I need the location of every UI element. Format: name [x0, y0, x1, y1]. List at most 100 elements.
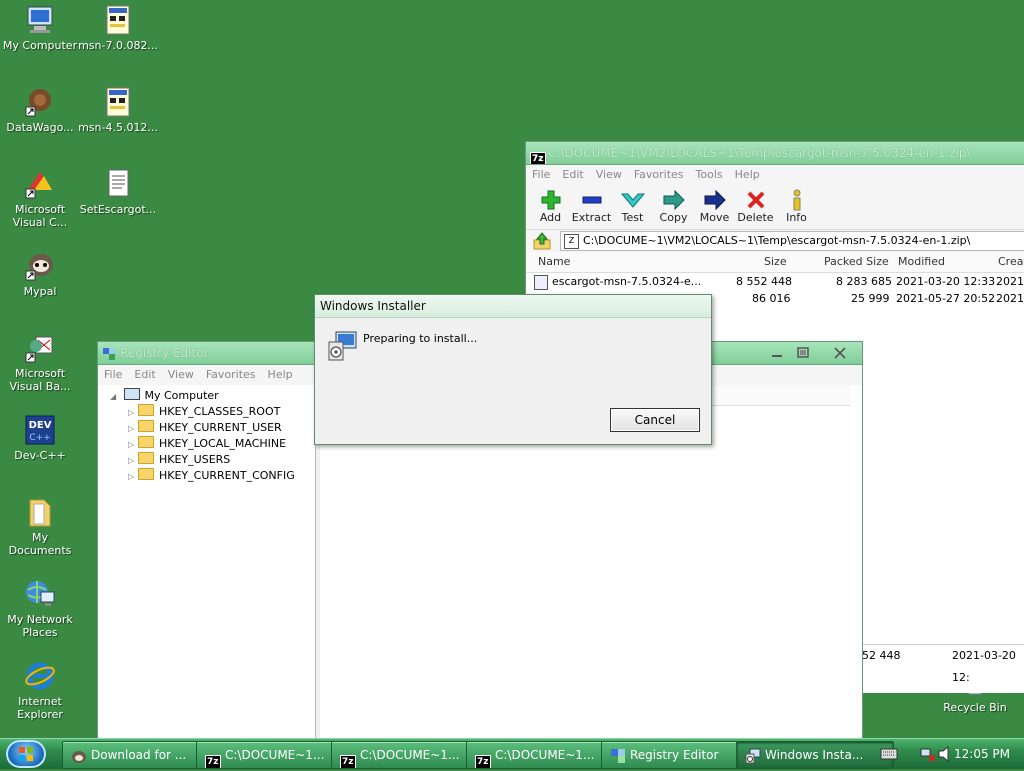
- desktop-icon-visual-c[interactable]: Microsoft Visual C...: [0, 168, 80, 229]
- internet-explorer-icon: [24, 660, 56, 692]
- desktop-icon-my-documents[interactable]: My Documents: [0, 496, 80, 557]
- col-created[interactable]: Creat: [998, 252, 1024, 272]
- tree-node-hklm[interactable]: ▷ HKEY_LOCAL_MACHINE: [128, 436, 286, 452]
- installer-icon: [327, 330, 359, 362]
- menu-help[interactable]: Help: [262, 368, 299, 381]
- sevenzip-toolbar: Add Extract Test Copy Move Delete Info: [526, 185, 1024, 229]
- desktop-icon-internet-explorer[interactable]: Internet Explorer: [0, 660, 80, 721]
- close-button[interactable]: [826, 345, 854, 361]
- tree-node-hkcc[interactable]: ▷ HKEY_CURRENT_CONFIG: [128, 468, 295, 484]
- keyboard-icon[interactable]: [880, 747, 898, 764]
- maximize-icon: [797, 347, 809, 358]
- expand-arrow-icon[interactable]: ▷: [128, 437, 138, 453]
- svg-text:C++: C++: [29, 433, 50, 443]
- tree-node-hku[interactable]: ▷ HKEY_USERS: [128, 452, 230, 468]
- network-status-icon[interactable]: [920, 746, 936, 765]
- 7zip-icon: 7z: [205, 755, 221, 768]
- 7zip-icon: 7z: [530, 152, 546, 164]
- menu-favorites[interactable]: Favorites: [628, 168, 690, 181]
- clock[interactable]: 12:05 PM: [954, 739, 1010, 769]
- desktop-icon-msn7[interactable]: msn-7.0.082...: [78, 4, 158, 52]
- delete-button[interactable]: Delete: [735, 185, 776, 229]
- windows-installer-dialog[interactable]: Windows Installer Preparing to install..…: [314, 294, 712, 445]
- sevenzip-menubar: File Edit View Favorites Tools Help: [526, 165, 1024, 185]
- collapse-arrow-icon[interactable]: ◢: [110, 389, 120, 405]
- desktop-icon-msn45[interactable]: msn-4.5.012...: [78, 86, 158, 134]
- sevenzip-title: C:\DOCUME~1\VM2\LOCALS~1\Temp\escargot-m…: [548, 146, 971, 160]
- col-packed-size[interactable]: Packed Size: [824, 252, 889, 272]
- windows-logo-icon: [19, 747, 33, 761]
- copy-button[interactable]: Copy: [653, 185, 694, 229]
- col-name[interactable]: Name: [538, 252, 570, 272]
- cancel-button[interactable]: Cancel: [610, 408, 700, 432]
- menu-edit[interactable]: Edit: [556, 168, 589, 181]
- file-row[interactable]: escargot-msn-7.5.0324-e... 8 552 448 8 2…: [526, 273, 1024, 290]
- computer-icon: [24, 4, 56, 36]
- close-icon: [834, 347, 846, 359]
- up-folder-icon[interactable]: [532, 232, 552, 253]
- menu-file[interactable]: File: [98, 368, 128, 381]
- 7zip-icon: 7z: [340, 755, 356, 768]
- menu-view[interactable]: View: [590, 168, 628, 181]
- menu-tools[interactable]: Tools: [690, 168, 729, 181]
- test-button[interactable]: Test: [612, 185, 653, 229]
- folder-icon: [138, 420, 154, 432]
- computer-icon: [123, 388, 140, 400]
- zip-icon: Z: [564, 234, 579, 249]
- 7zip-icon: 7z: [475, 755, 491, 768]
- folder-icon: [138, 452, 154, 464]
- menu-favorites[interactable]: Favorites: [200, 368, 262, 381]
- menu-help[interactable]: Help: [729, 168, 766, 181]
- desktop-icon-setescargot[interactable]: SetEscargot...: [78, 168, 158, 216]
- copy-arrow-icon: [663, 190, 685, 210]
- desktop-icon-dev-cpp[interactable]: DEV C++ Dev-C++: [0, 414, 80, 462]
- info-button[interactable]: Info: [776, 185, 817, 229]
- desktop-icon-visual-basic[interactable]: Microsoft Visual Ba...: [0, 332, 80, 393]
- desktop-icon-datawago[interactable]: DataWago...: [0, 86, 80, 134]
- expand-arrow-icon[interactable]: ▷: [128, 421, 138, 437]
- menu-file[interactable]: File: [526, 168, 556, 181]
- expand-arrow-icon[interactable]: ▷: [128, 469, 138, 485]
- desktop-icon-mypal[interactable]: Mypal: [0, 250, 80, 298]
- expand-arrow-icon[interactable]: ▷: [128, 405, 138, 421]
- move-arrow-icon: [704, 190, 726, 210]
- installer-icon: [745, 747, 761, 764]
- start-button[interactable]: [6, 740, 46, 768]
- installer-package-icon: [102, 86, 134, 118]
- registry-icon: [102, 346, 116, 360]
- minimize-button[interactable]: [766, 345, 788, 361]
- expand-arrow-icon[interactable]: ▷: [128, 453, 138, 469]
- extract-button[interactable]: Extract: [571, 185, 612, 229]
- mypal-icon: [24, 250, 56, 282]
- address-bar: Z C:\DOCUME~1\VM2\LOCALS~1\Temp\escargot…: [526, 229, 1024, 252]
- move-button[interactable]: Move: [694, 185, 735, 229]
- dev-cpp-icon: DEV C++: [24, 414, 56, 446]
- visual-basic-icon: [24, 332, 56, 364]
- maximize-button[interactable]: [792, 345, 814, 361]
- volume-icon[interactable]: [938, 745, 952, 765]
- add-button[interactable]: Add: [530, 185, 571, 229]
- tree-node-my-computer[interactable]: ◢ My Computer: [110, 388, 219, 404]
- folder-icon: [138, 436, 154, 448]
- sevenzip-titlebar[interactable]: 7z C:\DOCUME~1\VM2\LOCALS~1\Temp\escargo…: [526, 142, 1024, 165]
- menu-edit[interactable]: Edit: [128, 368, 161, 381]
- address-field[interactable]: Z C:\DOCUME~1\VM2\LOCALS~1\Temp\escargot…: [560, 231, 1024, 251]
- desktop-icon-my-computer[interactable]: My Computer: [0, 4, 80, 52]
- col-modified[interactable]: Modified: [898, 252, 945, 272]
- taskbar-button-installer[interactable]: Windows Insta...: [736, 741, 894, 769]
- installer-message: Preparing to install...: [363, 332, 478, 345]
- tree-node-hkcu[interactable]: ▷ HKEY_CURRENT_USER: [128, 420, 282, 436]
- col-size[interactable]: Size: [764, 252, 787, 272]
- network-icon: [24, 578, 56, 610]
- info-icon: [793, 189, 800, 211]
- registry-tree: ◢ My Computer ▷ HKEY_CLASSES_ROOT ▷ HKEY_C…: [98, 385, 316, 739]
- desktop-icon-network-places[interactable]: My Network Places: [0, 578, 80, 639]
- taskbar-button-download[interactable]: Download for ...: [62, 741, 214, 769]
- installer-titlebar[interactable]: Windows Installer: [315, 295, 711, 318]
- sevenzip-statusbar: 52 448 2021-03-20 12:: [862, 644, 1024, 684]
- folder-icon: [138, 404, 154, 416]
- tree-node-hkcr[interactable]: ▷ HKEY_CLASSES_ROOT: [128, 404, 280, 420]
- system-tray: 12:05 PM: [876, 739, 1024, 769]
- taskbar: Download for ... 7z C:\DOCUME~1... 7z C:…: [0, 738, 1024, 769]
- menu-view[interactable]: View: [162, 368, 200, 381]
